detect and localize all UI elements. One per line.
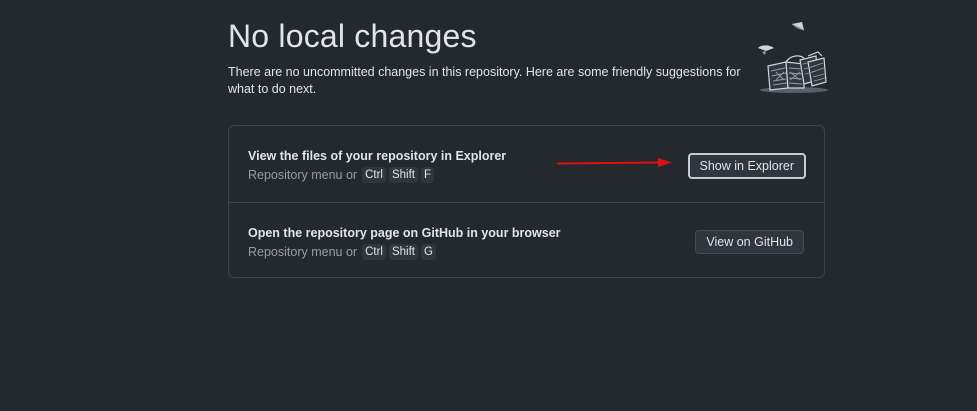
no-local-changes-view: No local changes There are no uncommitte…: [0, 0, 977, 411]
red-arrow-annotation-icon: [556, 158, 672, 167]
kbd-g: G: [420, 244, 436, 260]
suggestion-hint: Repository menu or Ctrl Shift G: [248, 244, 561, 260]
hint-prefix: Repository menu or: [248, 245, 358, 259]
suggestion-hint: Repository menu or Ctrl Shift F: [248, 167, 506, 183]
kbd-shift: Shift: [388, 167, 418, 183]
suggestion-title: Open the repository page on GitHub in yo…: [248, 226, 561, 240]
kbd-ctrl: Ctrl: [362, 244, 386, 260]
kbd-f: F: [420, 167, 435, 183]
view-on-github-button[interactable]: View on GitHub: [695, 230, 804, 254]
empty-repo-illustration-icon: [752, 18, 832, 98]
show-in-explorer-button[interactable]: Show in Explorer: [687, 153, 806, 179]
hint-prefix: Repository menu or: [248, 168, 358, 182]
header: No local changes There are no uncommitte…: [228, 14, 748, 98]
suggestions-card: View the files of your repository in Exp…: [228, 125, 825, 278]
kbd-ctrl: Ctrl: [362, 167, 386, 183]
suggestion-view-on-github: Open the repository page on GitHub in yo…: [229, 202, 824, 278]
page-subtitle: There are no uncommitted changes in this…: [228, 65, 741, 96]
suggestion-text: Open the repository page on GitHub in yo…: [248, 225, 561, 260]
suggestion-text: View the files of your repository in Exp…: [248, 148, 506, 183]
suggestion-title: View the files of your repository in Exp…: [248, 149, 507, 163]
page-title: No local changes: [228, 18, 477, 54]
kbd-shift: Shift: [388, 244, 418, 260]
suggestion-show-in-explorer: View the files of your repository in Exp…: [229, 126, 824, 202]
